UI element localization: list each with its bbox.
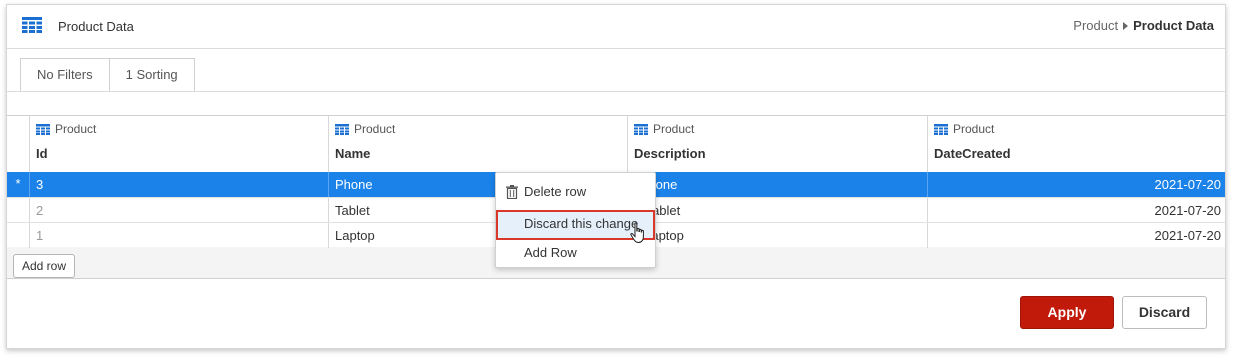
column-field-label: Name [335,146,371,161]
menu-item-label: Discard this change [524,216,639,231]
add-row-button[interactable]: Add row [13,254,76,278]
cell-description[interactable]: at laptop [627,223,927,248]
cell-id[interactable]: 3 [29,172,328,197]
tab-sorting[interactable]: 1 Sorting [108,59,194,91]
column-header-description[interactable]: Product Description [627,116,927,172]
row-context-menu: Delete row Discard this change Add Row [495,172,656,268]
filter-sort-tabs: No Filters 1 Sorting [20,58,195,91]
cell-description[interactable]: at tablet [627,198,927,223]
cell-description[interactable]: t phone [627,172,927,197]
grid-icon [22,17,42,33]
caret-right-icon [1123,21,1129,30]
table-icon [335,123,349,135]
column-header-datecreated[interactable]: Product DateCreated [927,116,1225,172]
table-icon [634,123,648,135]
breadcrumb: Product Product Data [1073,18,1214,33]
column-entity-label: Product [653,122,695,136]
product-data-panel: Product Data Product Product Data No Fil… [6,4,1226,349]
column-field-label: DateCreated [934,146,1011,161]
apply-button[interactable]: Apply [1020,296,1114,329]
column-header-id[interactable]: Product Id [29,116,328,172]
breadcrumb-product[interactable]: Product [1073,18,1118,33]
column-entity: Product [634,122,694,136]
column-header-name[interactable]: Product Name [328,116,627,172]
column-entity-label: Product [354,122,396,136]
column-field-label: Id [36,146,48,161]
tab-filters[interactable]: No Filters [21,59,109,91]
trash-icon [506,185,518,199]
hand-pointer-icon [630,222,644,244]
cell-datecreated[interactable]: 2021-07-20 [927,223,1225,248]
table-icon [36,123,50,135]
panel-header: Product Data Product Product Data [7,5,1225,49]
tabs-divider [7,91,1225,92]
menu-item-label: Add Row [524,245,577,260]
grid-header: Product Id Product Name Product Descript… [7,116,1225,172]
menu-item-label: Delete row [524,184,587,199]
column-entity: Product [335,122,395,136]
column-entity-label: Product [953,122,995,136]
breadcrumb-current: Product Data [1133,18,1214,33]
table-icon [934,123,948,135]
column-field-label: Description [634,146,706,161]
cell-id[interactable]: 1 [29,223,328,248]
row-marker: * [15,176,21,191]
column-entity-label: Product [55,122,97,136]
cell-id[interactable]: 2 [29,198,328,223]
page-title: Product Data [58,19,134,34]
menu-item-delete-row[interactable]: Delete row [496,178,655,206]
cell-datecreated[interactable]: 2021-07-20 [927,172,1225,197]
discard-button[interactable]: Discard [1122,296,1207,329]
column-entity: Product [934,122,994,136]
column-entity: Product [36,122,96,136]
cell-datecreated[interactable]: 2021-07-20 [927,198,1225,223]
